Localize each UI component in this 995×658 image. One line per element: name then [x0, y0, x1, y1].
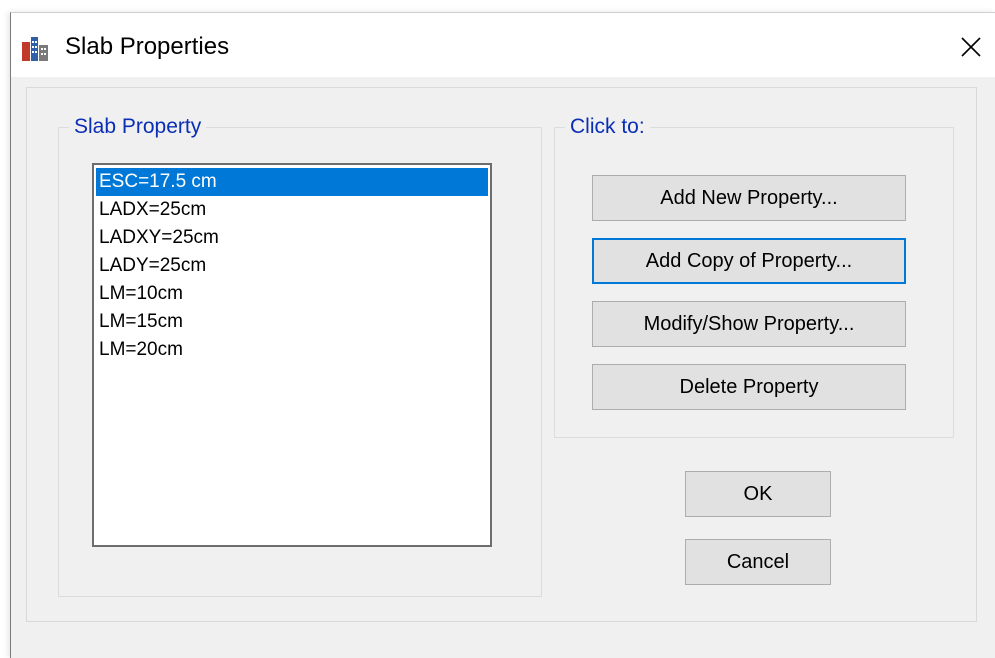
click-to-legend: Click to: [570, 115, 645, 138]
modify-show-property-button[interactable]: Modify/Show Property... [592, 301, 906, 347]
list-item[interactable]: LADX=25cm [96, 196, 488, 224]
list-item[interactable]: ESC=17.5 cm [96, 168, 488, 196]
add-new-property-button[interactable]: Add New Property... [592, 175, 906, 221]
list-item[interactable]: LADY=25cm [96, 252, 488, 280]
list-item[interactable]: LM=20cm [96, 336, 488, 364]
title-bar: Slab Properties [11, 13, 995, 77]
list-item[interactable]: LM=10cm [96, 280, 488, 308]
close-button[interactable] [951, 27, 991, 67]
list-item[interactable]: LM=15cm [96, 308, 488, 336]
list-item[interactable]: LADXY=25cm [96, 224, 488, 252]
ok-button[interactable]: OK [685, 471, 831, 517]
close-icon [961, 37, 981, 57]
dialog-title: Slab Properties [65, 33, 230, 60]
slab-property-listbox[interactable]: ESC=17.5 cm LADX=25cm LADXY=25cm LADY=25… [92, 163, 492, 547]
delete-property-button[interactable]: Delete Property [592, 364, 906, 410]
etabs-app-icon [22, 37, 48, 61]
slab-property-legend: Slab Property [74, 115, 202, 138]
add-copy-of-property-button[interactable]: Add Copy of Property... [592, 238, 906, 284]
cancel-button[interactable]: Cancel [685, 539, 831, 585]
